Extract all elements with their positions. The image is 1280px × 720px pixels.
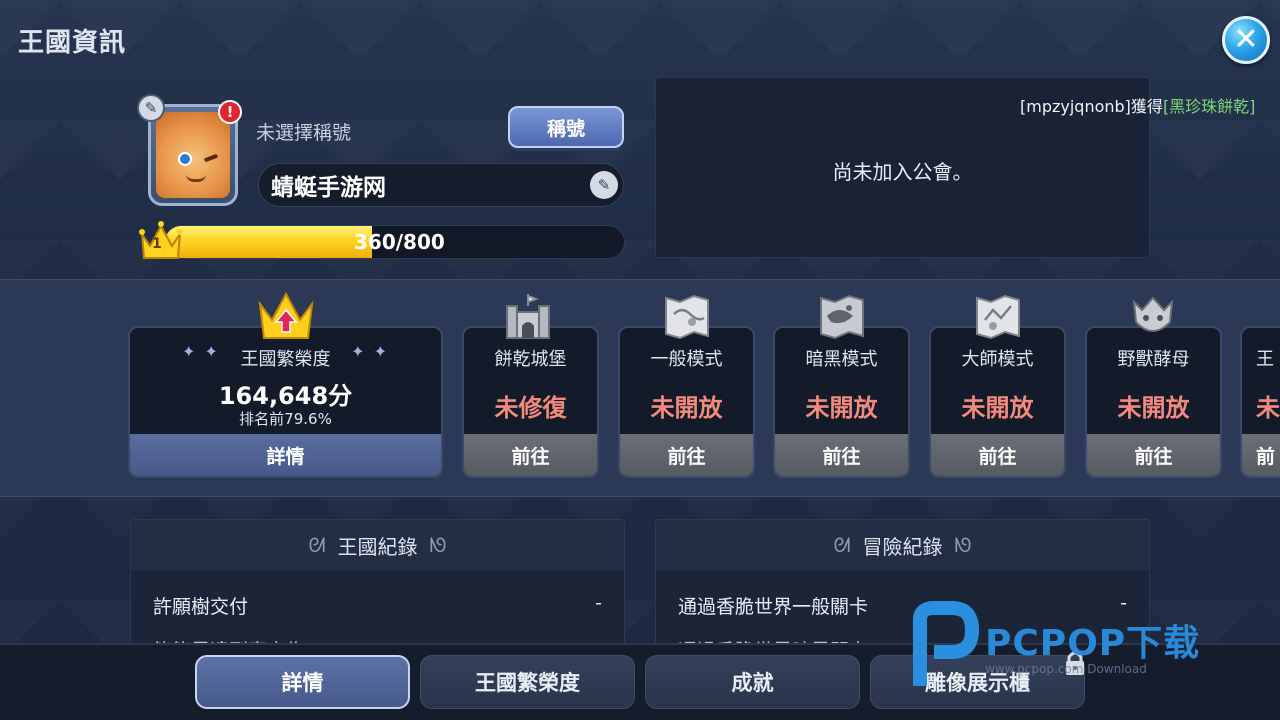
mode-go-button[interactable]: 前往 [931, 434, 1064, 476]
mode-card-partial: 王 未 前 [1240, 326, 1280, 478]
dark-map-icon [820, 294, 864, 340]
avatar-mouth [186, 174, 206, 182]
prosperity-rank: 排名前79.6% [239, 410, 332, 428]
kingdom-record-header: ᘛ 王國紀錄 ᘚ [131, 520, 624, 570]
mode-status: 未開放 [1117, 394, 1190, 422]
close-icon: ✕ [1233, 22, 1259, 57]
prosperity-card: ✦ ✦ ✦ ✦ 王國繁榮度 164,648分 排名前79.6% 詳情 [128, 326, 443, 478]
tab-achievements[interactable]: 成就 [645, 655, 860, 709]
record-value: - [1120, 592, 1127, 614]
mode-card-beast: 野獸酵母 未開放 前往 [1085, 326, 1222, 478]
adventure-record-title: 冒險紀錄 [862, 534, 943, 559]
profile-title-label: 未選擇稱號 [256, 122, 352, 144]
prosperity-label: 王國繁榮度 [240, 349, 331, 370]
mode-go-button[interactable]: 前往 [775, 434, 908, 476]
mode-go-button[interactable]: 前 [1242, 434, 1280, 476]
map-icon [665, 294, 709, 340]
tab-prosperity[interactable]: 王國繁榮度 [420, 655, 635, 709]
swirl-left-icon: ᘛ [308, 533, 326, 557]
close-button[interactable]: ✕ [1222, 16, 1270, 64]
avatar-wink [203, 153, 219, 163]
mode-card-master: 大師模式 未開放 前往 [929, 326, 1066, 478]
mode-status: 未修復 [494, 394, 567, 422]
mode-label: 王 [1256, 349, 1274, 370]
prosperity-crown-icon [258, 291, 314, 339]
prosperity-score: 164,648分 [218, 382, 353, 410]
mode-status: 未開放 [961, 394, 1034, 422]
mode-status: 未開放 [805, 394, 878, 422]
page-title: 王國資訊 [18, 28, 127, 58]
alert-badge: ! [218, 100, 242, 124]
guild-status: 尚未加入公會。 [832, 160, 973, 184]
castle-icon [506, 294, 550, 339]
kingdom-record-title: 王國紀錄 [337, 534, 418, 559]
mode-label: 暗黑模式 [805, 349, 878, 370]
watermark-subtext: www.pcpop.com Download [985, 662, 1147, 676]
beast-icon [1132, 296, 1174, 332]
adventure-record-header: ᘛ 冒險紀錄 ᘚ [656, 520, 1149, 570]
master-map-icon [976, 294, 1020, 340]
kingdom-name-field: 蜻蜓手游网 [258, 163, 624, 207]
title-button[interactable]: 稱號 [508, 106, 624, 148]
mode-label: 野獸酵母 [1117, 349, 1190, 370]
mode-status: 未 [1256, 394, 1280, 422]
level-number: 1 [152, 236, 162, 252]
kingdom-record-panel: ᘛ 王國紀錄 ᘚ 許願樹交付 - 能能里達到直交告 [130, 519, 625, 662]
xp-text: 360/800 [354, 230, 445, 254]
record-row: 許願樹交付 - [153, 592, 602, 619]
watermark-logo [913, 601, 980, 686]
mode-label: 大師模式 [961, 349, 1034, 370]
xp-bar-fill [165, 226, 372, 258]
kingdom-name: 蜻蜓手游网 [271, 175, 386, 201]
mode-go-button[interactable]: 前往 [620, 434, 753, 476]
edit-avatar-icon[interactable]: ✎ [137, 94, 165, 122]
prosperity-details-button[interactable]: 詳情 [130, 434, 441, 476]
swirl-right-icon: ᘚ [954, 533, 972, 557]
swirl-right-icon: ᘚ [429, 533, 447, 557]
avatar-eye [178, 152, 192, 166]
record-label: 許願樹交付 [153, 596, 249, 618]
mode-status: 未開放 [650, 394, 723, 422]
mode-card-castle: 餅乾城堡 未修復 前往 [462, 326, 599, 478]
mode-label: 餅乾城堡 [494, 349, 567, 370]
watermark-text: PCPOP下载 [985, 623, 1201, 664]
mode-label: 一般模式 [650, 349, 723, 370]
mode-go-button[interactable]: 前往 [1087, 434, 1220, 476]
edit-name-icon[interactable]: ✎ [590, 171, 618, 199]
mode-card-normal: 一般模式 未開放 前往 [618, 326, 755, 478]
record-value: - [595, 592, 602, 614]
news-ticker: [mpzyjqnonb]獲得[黑珍珠餅乾] [1020, 93, 1255, 117]
swirl-left-icon: ᘛ [833, 533, 851, 557]
mode-go-button[interactable]: 前往 [464, 434, 597, 476]
cookie-portrait [156, 112, 230, 198]
news-user: [mpzyjqnonb]獲得 [1020, 97, 1163, 116]
news-item: [黑珍珠餅乾] [1162, 97, 1256, 116]
mode-card-dark: 暗黑模式 未開放 前往 [773, 326, 910, 478]
tab-details[interactable]: 詳情 [195, 655, 410, 709]
record-label: 通過香脆世界一般關卡 [678, 596, 869, 618]
